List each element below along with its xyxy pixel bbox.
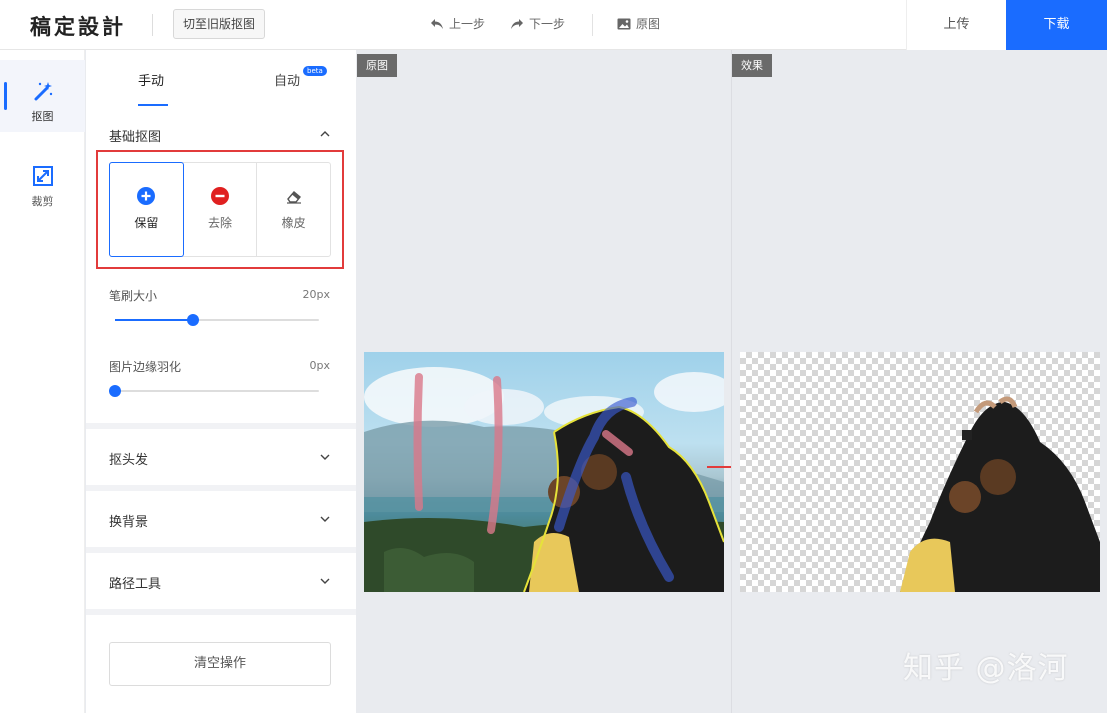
tool-panel: 手动 自动 beta 基础抠图 保留 去除 橡皮 笔刷大小 20px 图片边缘羽… xyxy=(86,50,356,713)
redo-button[interactable]: 下一步 xyxy=(510,15,565,32)
section-title: 基础抠图 xyxy=(109,130,162,145)
feather-slider[interactable] xyxy=(109,385,319,397)
divider xyxy=(592,14,593,36)
original-canvas[interactable]: 原图 xyxy=(357,50,730,713)
rail-item-matting[interactable]: 抠图 xyxy=(0,60,85,132)
tab-underline xyxy=(138,104,168,106)
accordion-path-tool[interactable]: 路径工具 xyxy=(86,553,356,609)
undo-icon xyxy=(431,18,443,29)
original-label: 原图 xyxy=(636,17,661,31)
redo-icon xyxy=(511,18,523,29)
accordion-title: 路径工具 xyxy=(109,577,162,592)
original-tag: 原图 xyxy=(357,54,397,77)
chevron-down-icon xyxy=(320,516,330,522)
brush-size-slider[interactable] xyxy=(115,314,319,326)
app-logo[interactable]: 稿定設計 xyxy=(30,11,126,41)
chevron-up-icon[interactable] xyxy=(320,129,330,139)
photo-illustration xyxy=(364,367,724,592)
tab-manual[interactable]: 手动 xyxy=(138,70,164,89)
feather-label: 图片边缘羽化 xyxy=(109,360,182,374)
upload-button[interactable]: 上传 xyxy=(906,0,1006,50)
view-original-button[interactable]: 原图 xyxy=(617,15,660,32)
switch-old-version-button[interactable]: 切至旧版抠图 xyxy=(173,9,265,39)
crop-icon xyxy=(32,166,53,186)
magic-wand-icon xyxy=(34,82,52,101)
download-button[interactable]: 下载 xyxy=(1006,0,1107,50)
accordion-title: 换背景 xyxy=(109,515,149,530)
beta-badge: beta xyxy=(303,66,327,76)
tab-auto[interactable]: 自动 xyxy=(274,70,300,89)
redo-label: 下一步 xyxy=(529,17,566,31)
chevron-down-icon xyxy=(320,454,330,460)
watermark: 知乎 @洛河 xyxy=(903,651,1069,686)
cutout-illustration xyxy=(900,396,1100,592)
feather-value: 0px xyxy=(309,359,331,372)
rail-label: 抠图 xyxy=(31,110,54,123)
rail-item-crop[interactable]: 裁剪 xyxy=(0,145,85,217)
result-photo[interactable] xyxy=(740,352,1100,592)
basic-matting-card: 手动 自动 beta 基础抠图 保留 去除 橡皮 笔刷大小 20px 图片边缘羽… xyxy=(86,50,356,423)
image-icon xyxy=(617,18,631,29)
slider-fill xyxy=(115,319,193,321)
highlight-annotation xyxy=(96,150,344,269)
undo-label: 上一步 xyxy=(449,17,486,31)
original-photo[interactable] xyxy=(364,352,724,592)
accordion-hair[interactable]: 抠头发 xyxy=(86,429,356,485)
divider xyxy=(152,14,153,36)
result-canvas[interactable]: 效果 xyxy=(731,50,1107,713)
left-rail: 抠图 裁剪 xyxy=(0,50,85,713)
slider-knob[interactable] xyxy=(109,385,121,397)
rail-label: 裁剪 xyxy=(31,195,54,208)
clear-operations-button[interactable]: 清空操作 xyxy=(109,642,331,686)
top-bar: 稿定設計 切至旧版抠图 上一步 下一步 原图 上传 下载 xyxy=(0,0,1107,50)
slider-knob[interactable] xyxy=(186,314,199,326)
brush-size-label: 笔刷大小 xyxy=(109,289,158,303)
undo-button[interactable]: 上一步 xyxy=(430,15,485,32)
accordion-title: 抠头发 xyxy=(109,453,149,468)
brush-size-value: 20px xyxy=(302,288,331,301)
result-tag: 效果 xyxy=(732,54,772,77)
accordion-background[interactable]: 换背景 xyxy=(86,491,356,547)
chevron-down-icon xyxy=(320,578,330,584)
